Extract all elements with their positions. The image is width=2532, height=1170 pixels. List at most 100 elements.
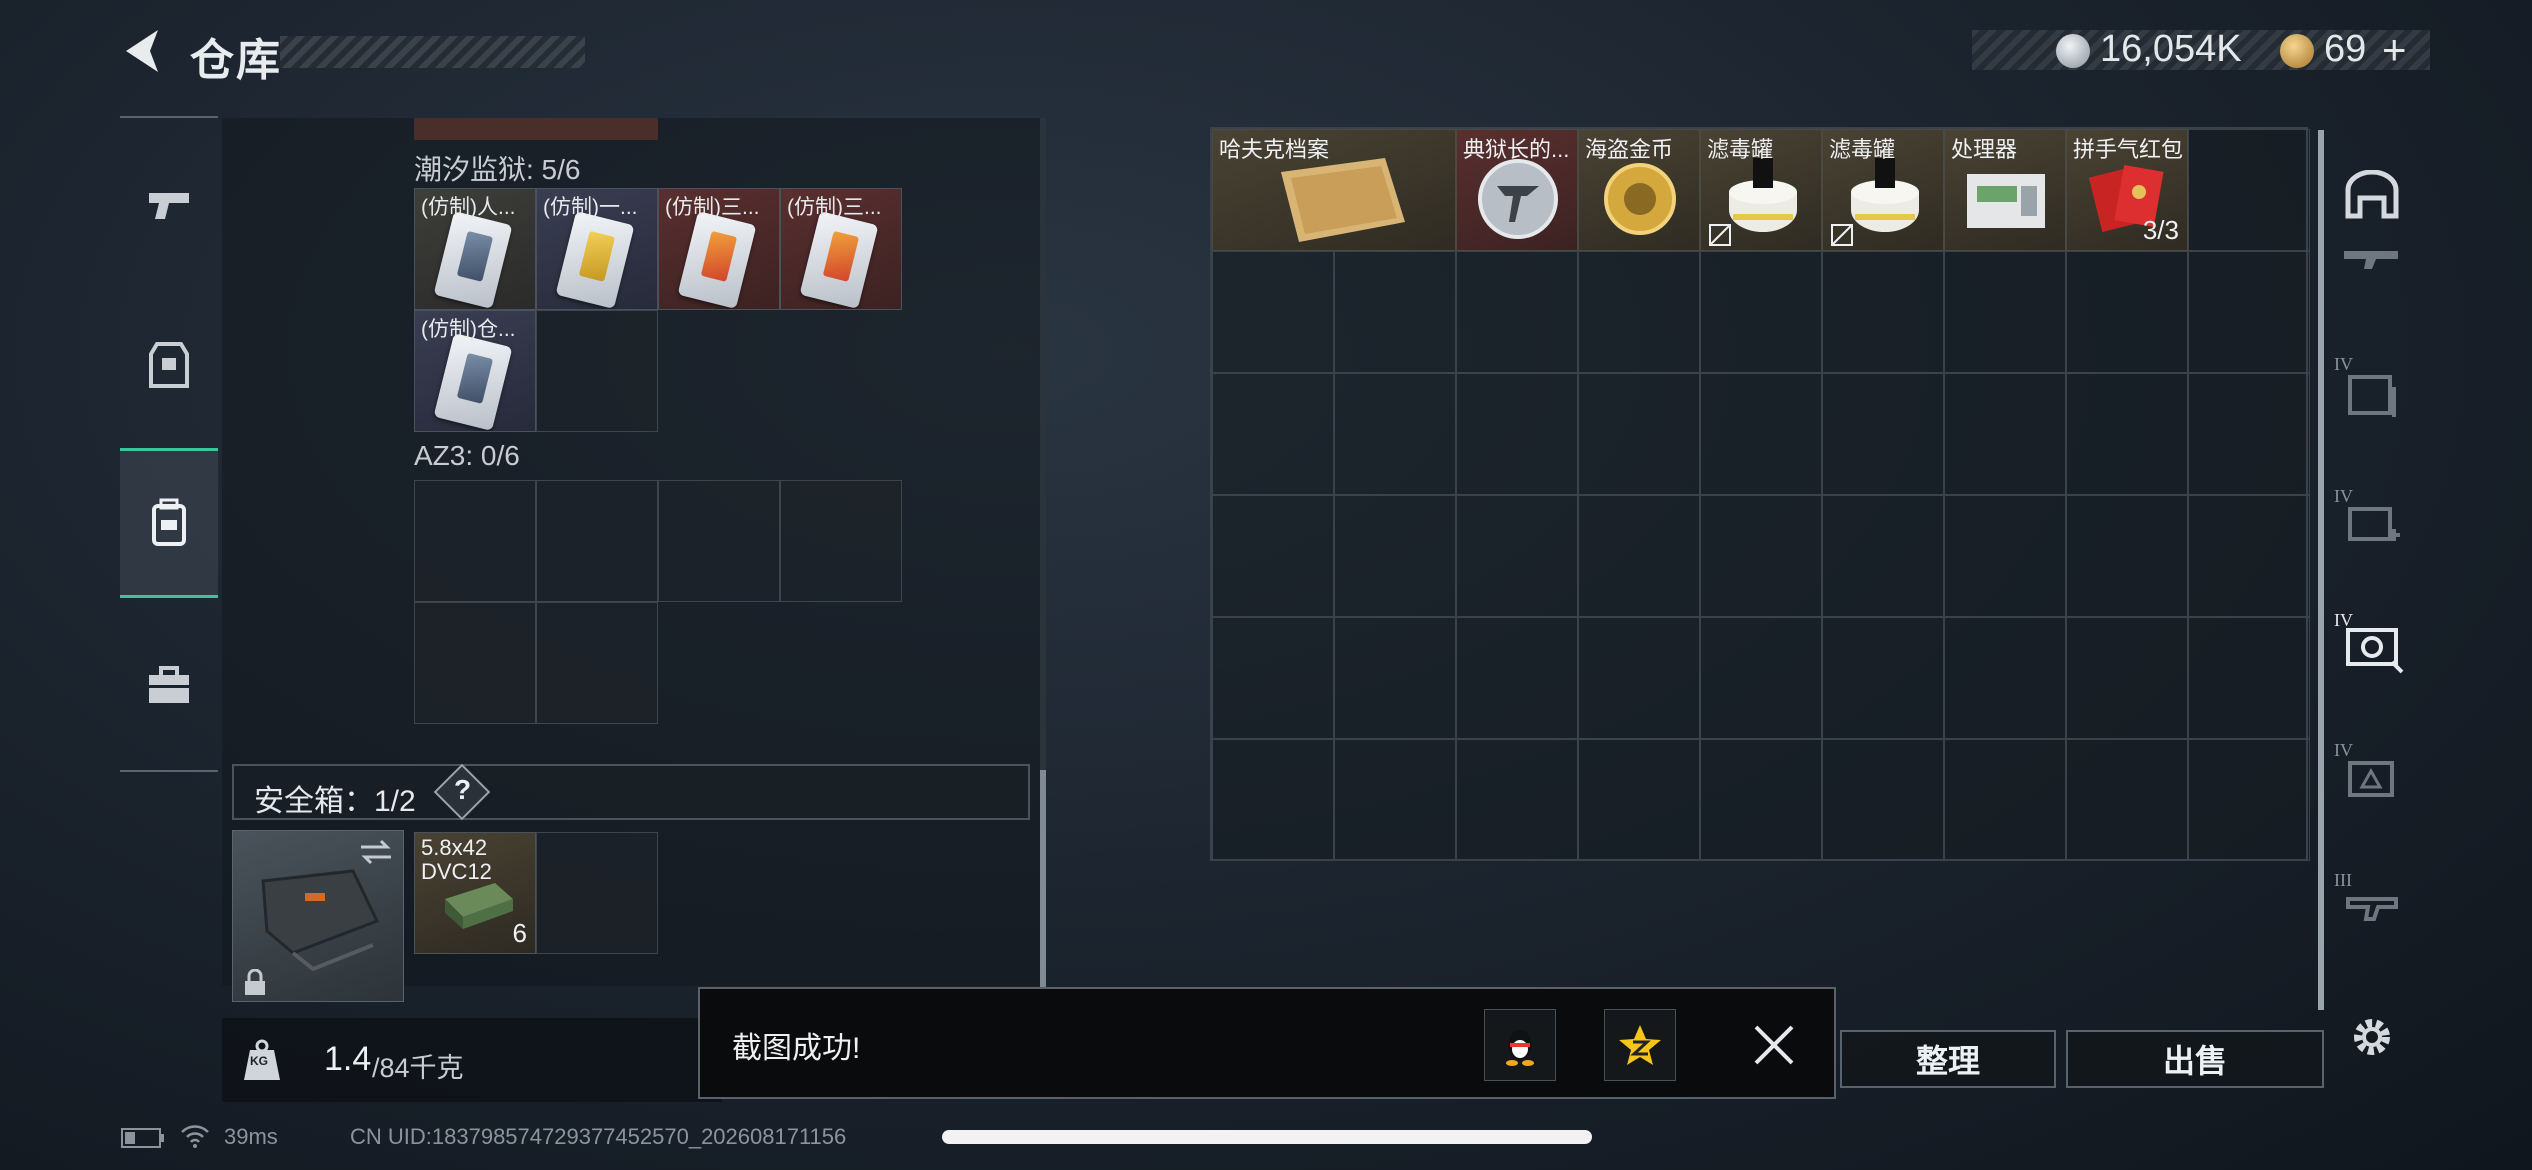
nav-firearms[interactable] [120, 130, 218, 280]
stash-cell[interactable] [2066, 739, 2188, 861]
stash-cell[interactable] [1212, 739, 1334, 861]
empty-slot[interactable] [658, 480, 780, 602]
stash-cell[interactable] [2188, 617, 2310, 739]
stash-item[interactable]: 海盗金币 [1578, 129, 1700, 251]
organize-button[interactable]: 整理 [1840, 1030, 2056, 1088]
item-slot[interactable]: (仿制)一... [536, 188, 658, 310]
tier-label: IV [2334, 486, 2353, 506]
stash-cell[interactable] [1944, 617, 2066, 739]
stash-tab-iv-4[interactable]: IV [2330, 730, 2414, 820]
share-qzone-button[interactable] [1604, 1009, 1676, 1081]
stash-cell[interactable] [2188, 251, 2310, 373]
add-currency-button[interactable]: + [2382, 26, 2407, 74]
stash-scroll-thumb[interactable] [2318, 130, 2324, 1010]
ammo-item[interactable]: 5.8x42 DVC12 6 [414, 832, 536, 954]
stash-tab-iv-3[interactable]: IV [2330, 600, 2414, 690]
stash-cell[interactable] [1212, 495, 1334, 617]
stash-cell[interactable] [1822, 373, 1944, 495]
share-qq-button[interactable] [1484, 1009, 1556, 1081]
stash-cell[interactable] [1212, 251, 1334, 373]
stash-cell[interactable] [1822, 495, 1944, 617]
stash-item[interactable]: 拼手气红包 3/3 [2066, 129, 2188, 251]
stash-cell[interactable] [1700, 617, 1822, 739]
stash-item[interactable]: 滤毒罐 [1700, 129, 1822, 251]
keycard-icon [799, 211, 879, 309]
stash-cell[interactable] [2066, 373, 2188, 495]
partial-item-top[interactable] [414, 118, 658, 140]
stash-cell[interactable] [1334, 617, 1456, 739]
item-slot[interactable]: (仿制)三... [658, 188, 780, 310]
stash-cell[interactable] [1334, 495, 1456, 617]
stash-cell[interactable] [1700, 373, 1822, 495]
item-slot[interactable]: (仿制)三... [780, 188, 902, 310]
stash-cell[interactable] [1822, 251, 1944, 373]
stash-tab-iv-1[interactable]: IV [2330, 346, 2414, 436]
stash-cell[interactable] [1456, 739, 1578, 861]
stash-cell[interactable] [1334, 373, 1456, 495]
stash-cell[interactable] [1456, 251, 1578, 373]
stash-cell[interactable] [2188, 739, 2310, 861]
tier-label: III [2334, 870, 2352, 890]
stash-tab-main[interactable] [2330, 150, 2414, 240]
empty-slot[interactable] [536, 310, 658, 432]
safe-box-container[interactable] [232, 830, 404, 1002]
item-slot[interactable]: (仿制)人... [414, 188, 536, 310]
stash-item[interactable]: 哈夫克档案 [1212, 129, 1456, 251]
settings-button[interactable] [2330, 992, 2414, 1082]
stash-cell[interactable] [1578, 739, 1700, 861]
stash-cell[interactable] [2066, 617, 2188, 739]
stash-cell[interactable] [1212, 373, 1334, 495]
item-slot[interactable]: (仿制)仓... [414, 310, 536, 432]
stash-cell[interactable] [1456, 373, 1578, 495]
stash-cell[interactable] [1700, 495, 1822, 617]
stash-cell[interactable] [2066, 495, 2188, 617]
home-indicator[interactable] [942, 1130, 1592, 1144]
stash-cell[interactable] [1944, 251, 2066, 373]
stash-cell[interactable] [1578, 495, 1700, 617]
weight-value: 1.4 [324, 1040, 372, 1078]
stash-cell[interactable] [1822, 739, 1944, 861]
stash-cell[interactable] [1456, 617, 1578, 739]
swap-icon[interactable] [357, 837, 395, 867]
stash-cell[interactable] [2188, 129, 2310, 251]
empty-slot[interactable] [414, 480, 536, 602]
empty-slot[interactable] [536, 602, 658, 724]
uid-text: CN UID:183798574729377452570_20260817115… [350, 1124, 847, 1149]
stash-item[interactable]: 典狱长的... [1456, 129, 1578, 251]
stash-cell[interactable] [1700, 251, 1822, 373]
stash-tab-iii[interactable]: III [2330, 860, 2414, 950]
stash-cell[interactable] [1334, 739, 1456, 861]
stash-cell[interactable] [2066, 251, 2188, 373]
nav-equipment[interactable] [120, 290, 218, 440]
stash-cell[interactable] [1822, 617, 1944, 739]
gold-coin-item-icon [1604, 163, 1676, 235]
currency-gold: 69 [2324, 28, 2367, 70]
stash-cell[interactable] [2188, 495, 2310, 617]
close-icon[interactable] [1752, 1023, 1796, 1067]
empty-slot[interactable] [780, 480, 902, 602]
stash-cell[interactable] [1456, 495, 1578, 617]
toast-message: 截图成功! [732, 1032, 861, 1065]
stash-cell[interactable] [1944, 739, 2066, 861]
stash-tab-iv-2[interactable]: IV [2330, 476, 2414, 566]
stash-tab-gun[interactable] [2330, 236, 2414, 276]
stash-cell[interactable] [1578, 617, 1700, 739]
nav-toolbox[interactable] [120, 610, 218, 760]
stash-cell[interactable] [1944, 373, 2066, 495]
stash-cell[interactable] [2188, 373, 2310, 495]
stash-item[interactable]: 滤毒罐 [1822, 129, 1944, 251]
stash-cell[interactable] [1578, 373, 1700, 495]
stash-cell[interactable] [1334, 251, 1456, 373]
stash-cell[interactable] [1212, 617, 1334, 739]
stash-cell[interactable] [1578, 251, 1700, 373]
nav-backpack[interactable] [120, 448, 218, 598]
empty-slot[interactable] [414, 602, 536, 724]
stash-item[interactable]: 处理器 [1944, 129, 2066, 251]
empty-slot[interactable] [536, 480, 658, 602]
back-icon[interactable] [118, 26, 166, 76]
container-scroll-thumb[interactable] [1040, 770, 1046, 988]
empty-slot[interactable] [536, 832, 658, 954]
stash-cell[interactable] [1944, 495, 2066, 617]
sell-button[interactable]: 出售 [2066, 1030, 2324, 1088]
stash-cell[interactable] [1700, 739, 1822, 861]
